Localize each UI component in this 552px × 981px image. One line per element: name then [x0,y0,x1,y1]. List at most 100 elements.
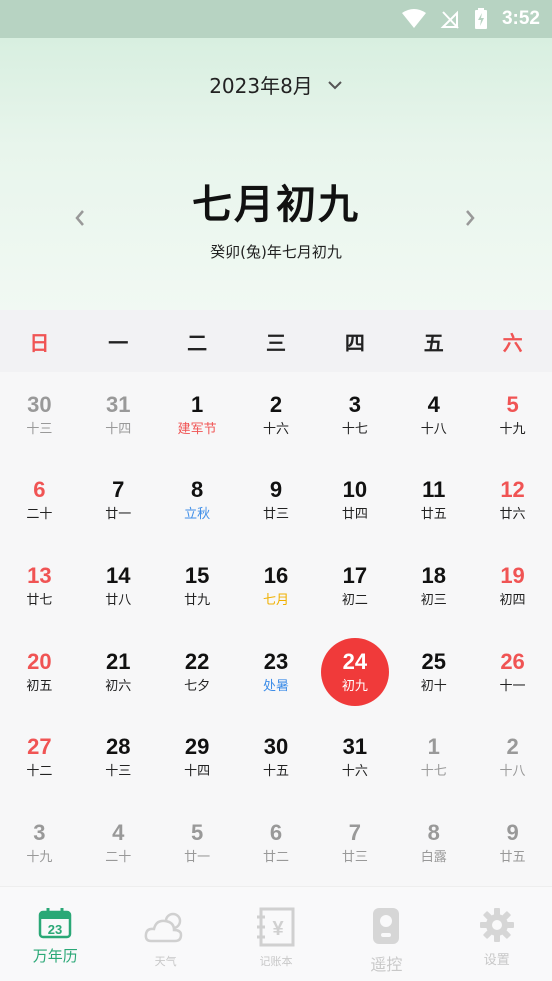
calendar-day[interactable]: 14 廿八 [79,543,158,629]
calendar-day[interactable]: 31 十六 [315,714,394,800]
day-lunar-label: 十三 [105,764,132,780]
date-header: 2023年8月 七月初九 癸卯(兔)年七月初九 [0,38,552,310]
month-label: 2023年8月 [209,74,313,98]
day-lunar-label: 廿九 [184,592,211,608]
calendar-day[interactable]: 30 十三 [0,372,79,458]
tab-ledger[interactable]: ¥ 记账本 [221,887,331,981]
calendar-day[interactable]: 16 七月 [237,543,316,629]
day-lunar-label: 十六 [341,764,368,780]
day-number: 6 [269,819,283,845]
calendar-day[interactable]: 28 十三 [79,714,158,800]
day-number: 23 [263,648,289,674]
day-lunar-label: 廿三 [341,849,368,865]
day-lunar-label: 初二 [341,592,368,608]
calendar-day[interactable]: 15 廿九 [158,543,237,629]
calendar-day[interactable]: 8 立秋 [158,458,237,544]
calendar-day[interactable]: 25 初十 [394,629,473,715]
weekday-sat: 六 [502,330,523,355]
day-number: 3 [33,819,46,845]
tab-label: 遥控 [370,955,403,974]
day-number: 12 [500,477,525,503]
month-selector[interactable]: 2023年8月 [0,70,552,99]
calendar-day[interactable]: 27 十二 [0,714,79,800]
day-lunar-label: 七月 [262,592,289,608]
tab-settings[interactable]: 设置 [442,887,552,981]
tab-label: 万年历 [32,947,78,965]
svg-text:¥: ¥ [272,918,284,940]
calendar-day[interactable]: 29 十四 [158,714,237,800]
day-lunar-label: 廿一 [184,849,211,865]
day-number: 5 [506,391,519,417]
weekday-tue: 二 [187,330,208,355]
day-number: 30 [263,734,289,760]
calendar-day[interactable]: 6 廿二 [237,800,316,886]
day-number: 31 [106,391,131,417]
day-number: 8 [191,477,204,503]
calendar-day[interactable]: 22 七夕 [158,629,237,715]
calendar-day[interactable]: 9 廿五 [473,800,552,886]
calendar-day[interactable]: 12 廿六 [473,458,552,544]
calendar-day[interactable]: 3 十九 [0,800,79,886]
calendar-day[interactable]: 17 初二 [315,543,394,629]
day-number: 31 [342,734,368,760]
day-lunar-label: 十六 [262,421,289,437]
day-number: 27 [27,734,52,760]
calendar-day[interactable]: 21 初六 [79,629,158,715]
calendar-day[interactable]: 8 白露 [394,800,473,886]
weekday-sun: 日 [29,330,50,355]
day-lunar-label: 立秋 [184,507,211,523]
calendar-day[interactable]: 10 廿四 [315,458,394,544]
tab-remote[interactable]: 遥控 [331,887,441,981]
day-number: 1 [427,734,440,760]
day-number: 18 [421,562,446,588]
calendar-day[interactable]: 23 处暑 [237,629,316,715]
tab-label: 记账本 [259,955,293,968]
day-lunar-label: 初十 [420,678,447,694]
calendar-day[interactable]: 1 十七 [394,714,473,800]
calendar-grid: 30 十三 31 十四 1 建军节 2 十六 3 十七 4 十八 5 十九 6 二十 7 廿一 8 立秋 9 廿三 10 廿四… [0,372,552,886]
calendar-day[interactable]: 2 十八 [473,714,552,800]
calendar-day[interactable]: 2 十六 [237,372,316,458]
day-lunar-label: 廿八 [105,592,132,608]
day-number: 14 [106,562,131,588]
weekday-thu: 四 [344,330,365,355]
day-lunar-label: 十五 [262,764,289,780]
day-number: 1 [191,391,204,417]
calendar-day[interactable]: 6 二十 [0,458,79,544]
calendar-icon: 23 [38,907,72,939]
calendar-day[interactable]: 9 廿三 [237,458,316,544]
calendar-day[interactable]: 3 十七 [315,372,394,458]
day-lunar-label: 二十 [26,507,53,523]
lunar-date-title: 七月初九 [192,182,360,228]
day-lunar-label: 初六 [105,678,132,694]
day-lunar-label: 初四 [499,592,526,608]
tab-calendar[interactable]: 23 万年历 [0,887,110,981]
calendar-day[interactable]: 26 十一 [473,629,552,715]
day-number: 4 [427,391,440,417]
calendar-day[interactable]: 5 十九 [473,372,552,458]
calendar-day[interactable]: 7 廿三 [315,800,394,886]
status-bar: 3:52 [0,0,552,38]
calendar-day[interactable]: 7 廿一 [79,458,158,544]
calendar-day[interactable]: 4 二十 [79,800,158,886]
day-number: 15 [184,562,210,588]
calendar-day[interactable]: 1 建军节 [158,372,237,458]
day-lunar-label: 二十 [105,849,132,865]
day-number: 9 [269,477,283,503]
calendar-day[interactable]: 30 十五 [237,714,316,800]
calendar-day[interactable]: 4 十八 [394,372,473,458]
calendar-day[interactable]: 20 初五 [0,629,79,715]
day-lunar-label: 初三 [420,592,447,608]
calendar-day[interactable]: 5 廿一 [158,800,237,886]
calendar-day[interactable]: 18 初三 [394,543,473,629]
weekday-wed: 三 [265,330,286,355]
day-lunar-label: 廿二 [262,849,289,865]
tab-weather[interactable]: 天气 [110,887,220,981]
calendar-day[interactable]: 11 廿五 [394,458,473,544]
calendar-day[interactable]: 31 十四 [79,372,158,458]
calendar-day-today[interactable]: 24 初九 [315,629,394,715]
day-number: 11 [422,477,446,503]
calendar-day[interactable]: 13 廿七 [0,543,79,629]
calendar-day[interactable]: 19 初四 [473,543,552,629]
day-lunar-label: 十八 [420,421,447,437]
